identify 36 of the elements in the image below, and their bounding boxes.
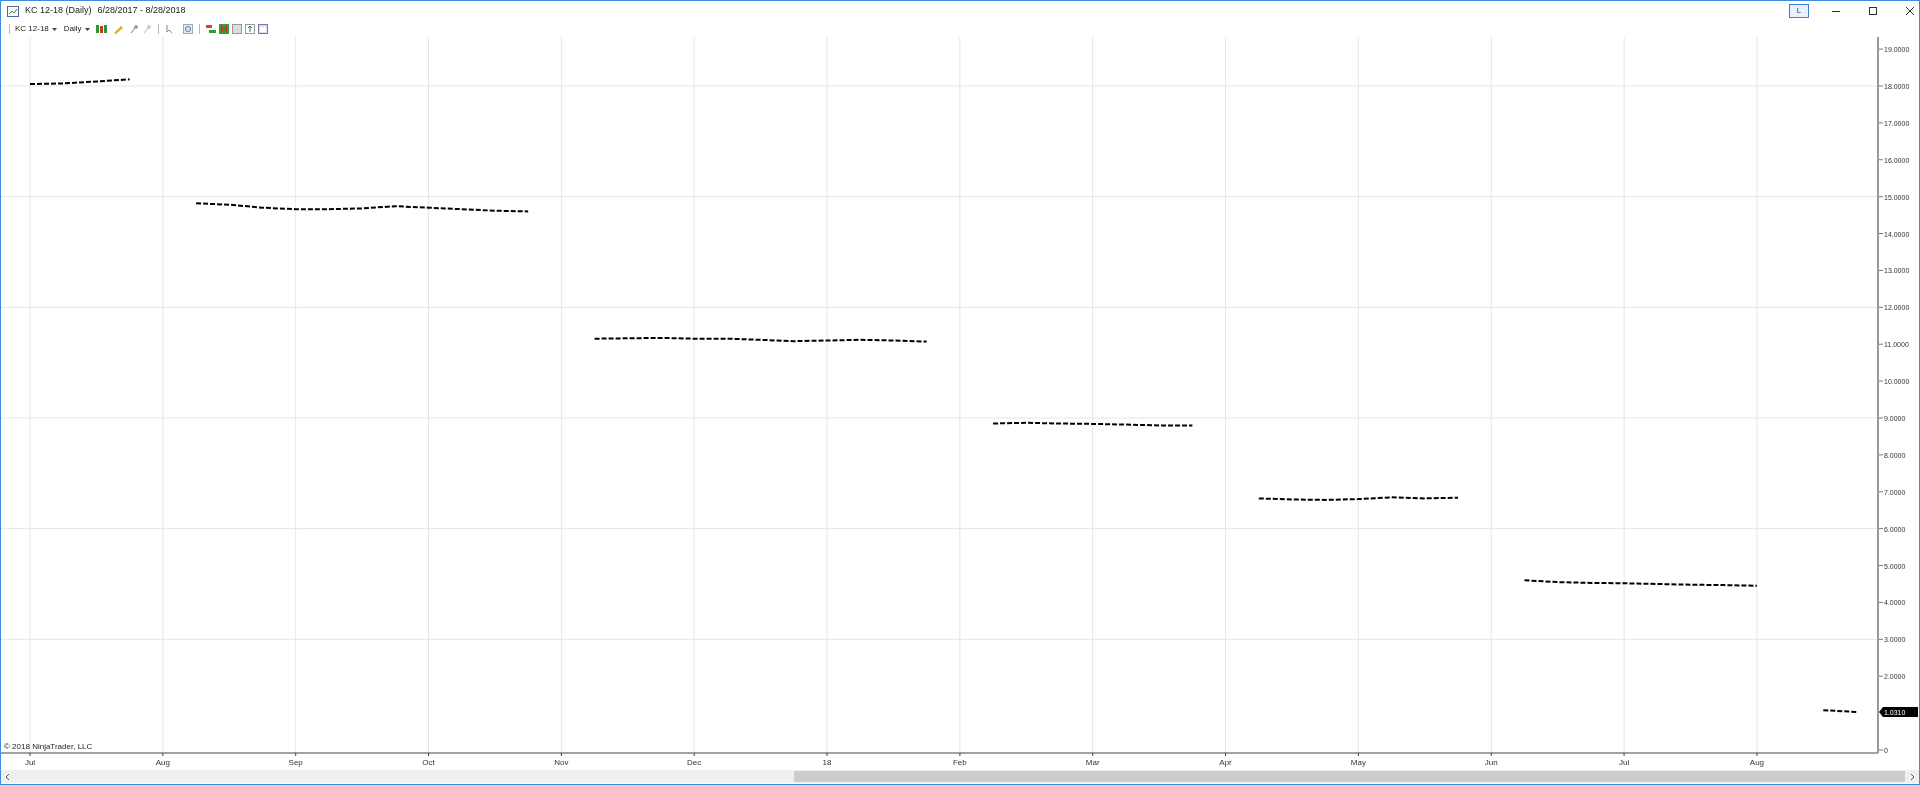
search-icon[interactable] xyxy=(182,24,193,34)
x-axis-label: Dec xyxy=(687,758,702,767)
maximize-icon[interactable] xyxy=(1868,6,1878,16)
x-axis-label: Oct xyxy=(422,758,435,767)
scroll-right-icon[interactable] xyxy=(1908,772,1916,781)
grid-icon[interactable] xyxy=(218,24,229,34)
x-axis-label: Mar xyxy=(1085,758,1100,767)
window-title: KC 12-18 (Daily) xyxy=(25,4,92,18)
instrument-dropdown[interactable]: KC 12-18 xyxy=(13,23,59,35)
candlestick-icon[interactable] xyxy=(94,24,109,34)
upload-icon[interactable] xyxy=(244,24,255,34)
window-icon[interactable] xyxy=(257,24,268,34)
caret-icon xyxy=(84,27,90,31)
x-axis-label: Aug xyxy=(155,758,170,767)
bars-icon[interactable] xyxy=(205,24,216,34)
copyright-text: © 2018 NinjaTrader, LLC xyxy=(4,742,93,751)
x-axis-label: Feb xyxy=(953,758,967,767)
x-axis-label: Jul xyxy=(1618,758,1630,767)
x-axis-label: Nov xyxy=(554,758,569,767)
x-axis-label: 18 xyxy=(822,758,832,767)
x-axis-label: Apr xyxy=(1219,758,1232,767)
chart-icon xyxy=(7,5,19,17)
x-axis-label: May xyxy=(1350,758,1366,767)
scroll-left-icon[interactable] xyxy=(4,772,12,781)
close-icon[interactable] xyxy=(1905,6,1915,16)
title-bar-button[interactable]: L xyxy=(1789,4,1809,18)
x-axis-label: Aug xyxy=(1749,758,1765,767)
x-axis-label: Jun xyxy=(1484,758,1498,767)
x-axis-label: Sep xyxy=(288,758,303,767)
pin-icon[interactable] xyxy=(128,24,139,34)
panel-icon[interactable] xyxy=(231,24,242,34)
caret-icon xyxy=(51,27,57,31)
date-range: 6/28/2017 - 8/28/2018 xyxy=(97,4,186,18)
x-axis-label: Jul xyxy=(24,758,36,767)
scrollbar-thumb[interactable] xyxy=(794,771,1905,782)
interval-dropdown[interactable]: Daily xyxy=(61,23,92,35)
